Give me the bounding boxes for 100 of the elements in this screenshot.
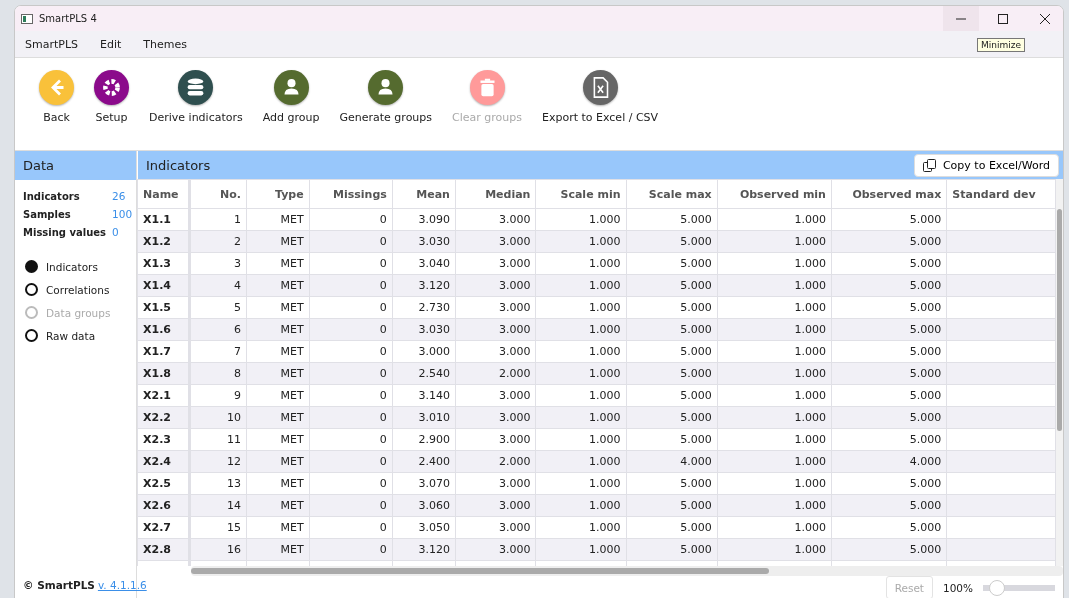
table-cell: 3.040 [392, 252, 456, 275]
radio-option[interactable]: Correlations [25, 283, 136, 296]
table-cell: 3.070 [392, 472, 456, 495]
table-cell: 3.000 [455, 516, 536, 539]
stat-label: Indicators [23, 190, 81, 202]
column-header[interactable]: Observed max [831, 179, 947, 209]
table-cell: 0 [309, 340, 393, 363]
column-header[interactable]: Standard dev [946, 179, 1056, 209]
toolbar-button[interactable]: Generate groups [329, 70, 443, 124]
table-cell: 5.000 [626, 516, 718, 539]
table-cell: 2.730 [392, 296, 456, 319]
stat-value: 0 [112, 226, 120, 238]
table-cell: 2.900 [392, 428, 456, 451]
table-cell: 7 [189, 340, 247, 363]
panel-title: Indicators [146, 157, 211, 173]
table-cell: 1.000 [717, 472, 832, 495]
toolbar-button[interactable]: Back [29, 70, 84, 124]
table-cell: 3.000 [455, 296, 536, 319]
table-cell: 1.000 [717, 296, 832, 319]
table-cell: X2.8 [137, 538, 190, 561]
table-cell: 5.000 [626, 384, 718, 407]
horizontal-scrollbar[interactable] [191, 566, 1063, 576]
table-cell: 3.000 [455, 384, 536, 407]
table-cell: X2.6 [137, 494, 190, 517]
table-cell: 1.000 [717, 340, 832, 363]
table-cell: 3.050 [392, 516, 456, 539]
toolbar-button[interactable]: Export to Excel / CSV [532, 70, 669, 124]
table-cell: MET [246, 516, 310, 539]
table-cell: 3.000 [455, 252, 536, 275]
menu-item[interactable]: Themes [143, 37, 188, 51]
table-cell: MET [246, 340, 310, 363]
table-cell: 9 [189, 384, 247, 407]
table-cell: 5.000 [831, 384, 947, 407]
table-cell: 0 [309, 208, 393, 231]
vertical-scrollbar[interactable] [1056, 179, 1063, 567]
radio-button[interactable] [25, 329, 38, 342]
table-cell: 0 [309, 384, 393, 407]
zoom-level: 100% [942, 581, 973, 594]
table-cell: 0 [309, 516, 393, 539]
table-cell: 1.000 [535, 472, 626, 495]
toolbar-button[interactable]: Derive indicators [139, 70, 253, 124]
window-title: SmartPLS 4 [39, 13, 98, 24]
table-cell: 3.000 [392, 340, 456, 363]
column-header[interactable]: Type [246, 179, 310, 209]
table-cell: 5.000 [831, 516, 947, 539]
table-cell: 5.000 [626, 428, 718, 451]
table-cell: MET [246, 384, 310, 407]
table-cell: 0 [309, 428, 393, 451]
radio-button[interactable] [25, 260, 38, 273]
table-cell: 5.000 [831, 340, 947, 363]
sidebar-header: Data [15, 151, 136, 180]
maximize-icon [998, 13, 1008, 24]
table-cell: 1 [189, 208, 247, 231]
table-cell: 5.000 [626, 208, 718, 231]
toolbar-button[interactable]: Add group [252, 70, 330, 124]
column-header[interactable]: Median [455, 179, 536, 209]
column-header[interactable]: Name [137, 179, 190, 209]
column-header[interactable]: Missings [309, 179, 393, 209]
table-cell: MET [246, 428, 310, 451]
column-header[interactable]: Mean [392, 179, 456, 209]
table-cell: X2.4 [137, 450, 190, 473]
table-cell: 1.000 [717, 516, 832, 539]
table-cell: 11 [189, 428, 247, 451]
radio-button[interactable] [25, 283, 38, 296]
table-cell: 1.000 [717, 208, 832, 231]
table-cell: MET [246, 208, 310, 231]
table-cell: X1.2 [137, 230, 190, 253]
column-header[interactable]: Scale min [535, 179, 626, 209]
menu-item[interactable]: Edit [100, 37, 122, 51]
table-cell: 5 [189, 296, 247, 319]
table-cell: 5.000 [626, 296, 718, 319]
version-link[interactable]: v. 4.1.1.6 [97, 579, 147, 591]
stat-value: 100 [112, 208, 133, 220]
column-header[interactable]: Observed min [717, 179, 832, 209]
radio-option[interactable]: Raw data [25, 329, 136, 342]
tooltip: Minimize [977, 38, 1025, 52]
table-cell: 5.000 [626, 472, 718, 495]
minimize-button[interactable] [943, 6, 979, 31]
toolbar-button[interactable]: Setup [84, 70, 139, 124]
table-cell: 0 [309, 472, 393, 495]
table-cell: 5.000 [831, 208, 947, 231]
table-cell: 15 [189, 516, 247, 539]
table-cell: X2.2 [137, 406, 190, 429]
table-cell: X1.8 [137, 362, 190, 385]
copy-button[interactable]: Copy to Excel/Word [913, 153, 1059, 177]
table-cell: 1.000 [535, 340, 626, 363]
menu-item[interactable]: SmartPLS [25, 37, 79, 51]
table-cell: 5.000 [831, 428, 947, 451]
table-cell: 3.000 [455, 428, 536, 451]
column-header[interactable]: Scale max [626, 179, 718, 209]
table-cell: 3.000 [455, 472, 536, 495]
radio-option[interactable]: Indicators [25, 260, 136, 273]
table-cell: 0 [309, 296, 393, 319]
column-header[interactable]: No. [189, 179, 247, 209]
table-cell: MET [246, 472, 310, 495]
slider-thumb[interactable] [989, 579, 1006, 596]
table-cell: 1.000 [535, 296, 626, 319]
table-cell: 0 [309, 252, 393, 275]
table-cell: 1.000 [717, 428, 832, 451]
table-cell: 3 [189, 252, 247, 275]
